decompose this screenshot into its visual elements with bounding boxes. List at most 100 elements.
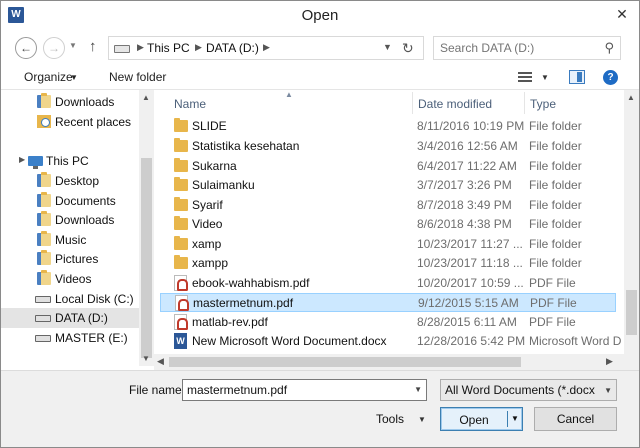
forward-button[interactable]: → [43,37,65,59]
nav-item-recent-places[interactable]: Recent places [1,112,139,132]
file-row[interactable]: SLIDE 8/11/2016 10:19 PM File folder [160,117,616,136]
folder-icon [174,236,188,250]
preview-pane-icon[interactable] [569,70,585,84]
column-header-name[interactable]: Name [174,97,206,111]
open-options-dropdown-icon[interactable]: ▼ [511,414,519,423]
scrollbar-thumb[interactable] [141,158,152,358]
scroll-up-icon[interactable]: ▲ [142,93,150,102]
chevron-down-icon[interactable]: ▼ [414,385,422,394]
file-row[interactable]: xamp 10/23/2017 11:27 ... File folder [160,235,616,254]
folder-icon [174,177,188,191]
word-document-icon: W [174,333,187,349]
help-icon[interactable]: ? [603,70,618,85]
folder-icon [174,118,188,132]
folder-icon [174,158,188,172]
file-row[interactable]: Syarif 8/7/2018 3:49 PM File folder [160,196,616,215]
back-arrow-icon: ← [20,41,32,55]
column-header-date-modified[interactable]: Date modified [418,97,492,111]
videos-folder-icon [37,270,51,285]
file-list-pane: ▲ Name Date modified Type SLIDE 8/11/201… [154,90,639,370]
pictures-folder-icon [37,250,51,265]
recent-locations-dropdown[interactable]: ▼ [69,41,77,50]
file-row-selected[interactable]: mastermetnum.pdf 9/12/2015 5:15 AM PDF F… [160,293,616,312]
cancel-button[interactable]: Cancel [534,407,617,431]
desktop-folder-icon [37,172,51,187]
drive-icon [35,315,51,322]
nav-item-local-disk-c[interactable]: Local Disk (C:) [1,289,139,309]
column-header-type[interactable]: Type [530,97,556,111]
file-list-horizontal-scrollbar[interactable]: ◀ ▶ [154,354,624,370]
nav-item-master-e[interactable]: MASTER (E:) [1,328,139,348]
nav-item-downloads-2[interactable]: Downloads [1,210,139,230]
breadcrumb-this-pc[interactable]: This PC [147,41,190,55]
organize-button[interactable]: Organize [24,70,73,84]
search-icon[interactable]: ⚲ [604,40,614,56]
downloads-folder-icon [37,211,51,226]
breadcrumb-data-d[interactable]: DATA (D:) [206,41,259,55]
pdf-file-icon [174,275,188,291]
file-name-input[interactable] [187,382,402,398]
window-title: Open [301,7,339,24]
new-folder-button[interactable]: New folder [109,70,166,84]
documents-folder-icon [37,192,51,207]
file-name-combobox[interactable]: ▼ [182,379,427,401]
file-row[interactable]: matlab-rev.pdf 8/28/2015 6:11 AM PDF Fil… [160,313,616,332]
nav-item-music[interactable]: Music [1,230,139,250]
chevron-down-icon[interactable]: ▼ [418,415,426,424]
scroll-right-icon[interactable]: ▶ [606,356,613,367]
file-row[interactable]: Sulaimanku 3/7/2017 3:26 PM File folder [160,176,616,195]
up-arrow-icon: ↑ [89,38,97,55]
scrollbar-thumb[interactable] [626,290,637,335]
column-divider[interactable] [524,92,525,114]
search-box[interactable]: ⚲ [433,36,621,60]
close-button[interactable]: ✕ [607,1,637,27]
file-row[interactable]: ebook-wahhabism.pdf 10/20/2017 10:59 ...… [160,274,616,293]
open-dialog: W Open ✕ ← → ▼ ↑ ▶ This PC ▶ DATA (D:) ▶… [0,0,640,448]
up-button[interactable]: ↑ [89,38,97,55]
scroll-down-icon[interactable]: ▼ [142,354,150,363]
expand-icon[interactable]: ▶ [19,155,25,164]
address-dropdown-icon[interactable]: ▼ [383,42,392,52]
nav-item-desktop[interactable]: Desktop [1,171,139,191]
close-icon: ✕ [616,6,628,22]
music-folder-icon [37,231,51,246]
open-button[interactable]: Open ▼ [440,407,523,431]
column-headers: ▲ Name Date modified Type [154,90,624,116]
scroll-up-icon[interactable]: ▲ [627,93,635,102]
nav-item-downloads[interactable]: Downloads [1,92,139,112]
view-dropdown-icon[interactable]: ▼ [541,73,549,82]
back-button[interactable]: ← [15,37,37,59]
address-bar[interactable]: ▶ This PC ▶ DATA (D:) ▶ ▼ ↻ [108,36,424,60]
chevron-down-icon: ▼ [604,386,612,395]
folder-icon [174,197,188,211]
dialog-footer: File name: ▼ All Word Documents (*.docx;… [1,370,639,447]
nav-item-videos[interactable]: Videos [1,269,139,289]
downloads-folder-icon [37,93,51,108]
sort-ascending-icon: ▲ [285,90,293,99]
open-button-label: Open [459,413,489,427]
scroll-left-icon[interactable]: ◀ [157,356,164,367]
nav-item-pictures[interactable]: Pictures [1,249,139,269]
file-row[interactable]: Statistika kesehatan 3/4/2016 12:56 AM F… [160,137,616,156]
scrollbar-thumb[interactable] [169,357,521,367]
change-view-icon[interactable] [518,72,532,83]
refresh-icon[interactable]: ↻ [402,40,414,57]
nav-item-data-d[interactable]: DATA (D:) [1,308,139,328]
column-divider[interactable] [412,92,413,114]
drive-icon [35,335,51,342]
nav-pane-scrollbar[interactable]: ▲ ▼ [139,90,154,366]
file-row[interactable]: W New Microsoft Word Document.docx 12/28… [160,332,621,351]
file-row[interactable]: Sukarna 6/4/2017 11:22 AM File folder [160,157,616,176]
file-type-filter-select[interactable]: All Word Documents (*.docx;*.d ▼ [440,379,617,401]
search-input[interactable] [440,40,600,56]
nav-item-documents[interactable]: Documents [1,191,139,211]
file-row[interactable]: xampp 10/23/2017 11:18 ... File folder [160,254,616,273]
this-pc-icon [28,156,43,169]
nav-item-this-pc[interactable]: ▶ This PC [1,151,139,171]
title-bar: W Open ✕ [1,1,639,30]
file-row[interactable]: Video 8/6/2018 4:38 PM File folder [160,215,616,234]
file-list-vertical-scrollbar[interactable]: ▲ [624,90,639,370]
folder-icon [174,255,188,269]
drive-icon [35,296,51,303]
tools-button[interactable]: Tools [376,412,404,426]
